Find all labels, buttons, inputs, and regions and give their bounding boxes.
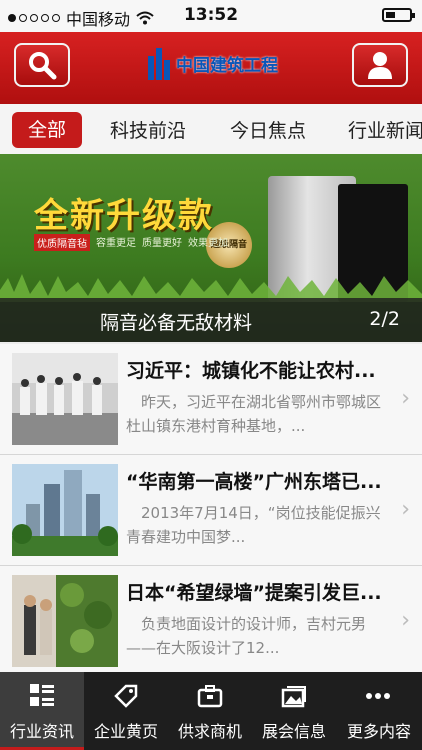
news-item[interactable]: 习近平：城镇化不能让农村... 昨天，习近平在湖北省鄂州市鄂城区杜山镇东港村育种… — [0, 344, 422, 455]
clock: 13:52 — [183, 5, 239, 25]
news-thumbnail — [12, 464, 118, 556]
tabbar-label: 展会信息 — [261, 722, 326, 741]
news-title: “华南第一高楼”广州东塔已... — [126, 471, 382, 493]
news-item[interactable]: “华南第一高楼”广州东塔已... 2013年7月14日，“岗位技能促振兴青春建功… — [0, 455, 422, 566]
tabbar-exhibitions[interactable]: 展会信息 — [252, 672, 336, 750]
search-button[interactable] — [14, 43, 70, 87]
tabbar-more[interactable]: 更多内容 — [336, 672, 422, 750]
news-summary: 2013年7月14日，“岗位技能促振兴青春建功中国梦... — [126, 504, 381, 546]
tabbar-label: 更多内容 — [346, 722, 411, 741]
user-icon — [368, 52, 392, 79]
tag-icon — [114, 684, 138, 708]
more-icon — [366, 693, 390, 699]
banner-tag: 优质隔音毡 — [34, 234, 90, 251]
chevron-right-icon: › — [401, 386, 410, 411]
profile-button[interactable] — [352, 43, 408, 87]
banner-caption: 隔音必备无敌材料 — [100, 312, 253, 334]
battery-icon — [382, 8, 415, 22]
news-item[interactable]: 日本“希望绿墙”提案引发巨... 负责地面设计的设计师，吉村元男——在大阪设计了… — [0, 566, 422, 677]
tab-industry-news[interactable]: 行业新闻 — [348, 116, 422, 143]
briefcase-icon — [197, 685, 223, 708]
news-title: 日本“希望绿墙”提案引发巨... — [126, 582, 382, 604]
news-summary: 昨天，习近平在湖北省鄂州市鄂城区杜山镇东港村育种基地，... — [126, 393, 382, 435]
tab-all[interactable]: 全部 — [12, 112, 82, 148]
news-title: 习近平：城镇化不能让农村... — [126, 360, 376, 382]
banner-slogan: 质量更好 — [142, 238, 182, 249]
banner-headline: 全新升级款 — [34, 196, 214, 236]
logo-text: 中国建筑工程 — [176, 55, 278, 76]
search-icon — [29, 52, 57, 80]
banner-carousel[interactable]: 全新升级款 超级隔音 优质隔音毡 容重更足 质量更好 效果更加 隔音必备无敌材料… — [0, 154, 422, 342]
news-thumbnail — [12, 353, 118, 445]
banner-slogan: 容重更足 — [96, 238, 136, 249]
nav-bar: 中国建筑工程 — [0, 32, 422, 105]
app-logo: 中国建筑工程 — [146, 46, 278, 80]
category-tabs: 全部 科技前沿 今日焦点 行业新闻 — [0, 104, 422, 155]
banner-page-indicator: 2/2 — [369, 308, 400, 330]
news-summary: 负责地面设计的设计师，吉村元男——在大阪设计了12... — [126, 615, 367, 657]
news-thumbnail — [12, 575, 118, 667]
bottom-tab-bar: 行业资讯 企业黄页 供求商机 展会信息 更多内容 — [0, 672, 422, 750]
tab-tech[interactable]: 科技前沿 — [110, 116, 186, 143]
chevron-right-icon: › — [401, 608, 410, 633]
tabbar-label: 供求商机 — [177, 722, 242, 741]
banner-caption-bar: 隔音必备无敌材料 2/2 — [0, 298, 422, 342]
tabbar-yellow-pages[interactable]: 企业黄页 — [84, 672, 168, 750]
tabbar-industry-news[interactable]: 行业资讯 — [0, 672, 84, 750]
tabbar-supply-demand[interactable]: 供求商机 — [168, 672, 252, 750]
banner-slogans: 优质隔音毡 容重更足 质量更好 效果更加 — [34, 234, 228, 251]
building-logo-icon — [148, 48, 170, 80]
tabbar-label: 企业黄页 — [93, 722, 158, 741]
chevron-right-icon: › — [401, 497, 410, 522]
photos-icon — [281, 686, 306, 708]
tabbar-label: 行业资讯 — [9, 722, 74, 741]
list-icon — [30, 684, 54, 706]
status-bar: 中国移动 13:52 — [0, 0, 422, 32]
banner-slogan: 效果更加 — [188, 238, 228, 249]
tab-focus[interactable]: 今日焦点 — [230, 116, 306, 143]
